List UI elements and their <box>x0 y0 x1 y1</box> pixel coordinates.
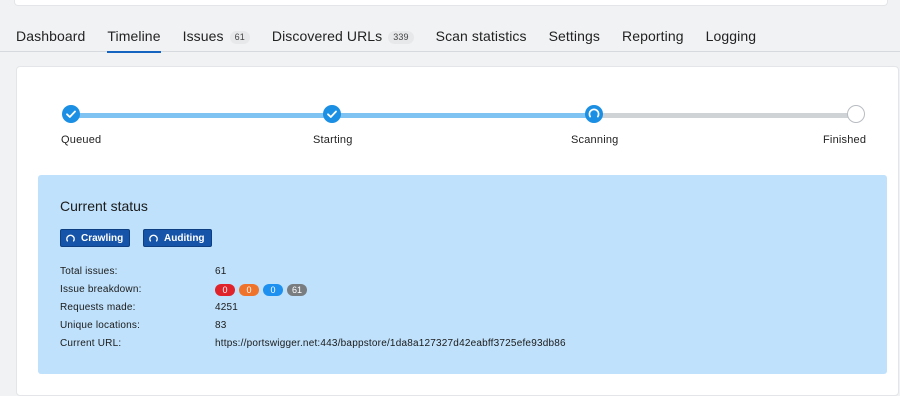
step-label-queued: Queued <box>61 134 102 146</box>
check-icon <box>327 110 337 118</box>
progress-track-remaining <box>594 113 856 118</box>
check-icon <box>66 110 76 118</box>
current-status-card: Current status Crawling Auditing Total i… <box>38 175 887 374</box>
requests-made-value: 4251 <box>215 302 239 313</box>
tab-label: Discovered URLs <box>271 28 383 44</box>
tab-timeline[interactable]: Timeline <box>107 22 161 53</box>
empty-circle-icon <box>848 106 863 121</box>
tab-label: Logging <box>705 28 757 44</box>
tab-label: Settings <box>548 28 600 44</box>
issues-count-badge: 61 <box>229 31 250 44</box>
tab-label: Timeline <box>107 28 161 44</box>
step-label-scanning: Scanning <box>571 134 619 146</box>
scan-progress-stepper: Queued Starting Scanning Finished <box>17 67 900 167</box>
tab-scan-statistics[interactable]: Scan statistics <box>436 22 527 52</box>
tab-bar: Dashboard Timeline Issues 61 Discovered U… <box>0 22 900 53</box>
tab-reporting[interactable]: Reporting <box>622 22 684 52</box>
tab-issues[interactable]: Issues 61 <box>183 22 250 52</box>
spinner-icon <box>588 108 600 118</box>
issue-breakdown-pills: 0 0 0 61 <box>215 284 308 296</box>
tab-label: Issues <box>182 28 224 44</box>
total-issues-value: 61 <box>215 266 227 277</box>
auditing-chip: Auditing <box>143 229 212 247</box>
step-scanning-marker <box>585 105 603 123</box>
urls-count-badge: 339 <box>388 31 414 44</box>
crawling-chip: Crawling <box>60 229 131 247</box>
step-label-starting: Starting <box>313 134 353 146</box>
tab-logging[interactable]: Logging <box>706 22 757 52</box>
chip-label: Crawling <box>81 232 124 244</box>
chip-label: Auditing <box>164 232 205 244</box>
tab-dashboard[interactable]: Dashboard <box>16 22 85 52</box>
info-severity-pill: 61 <box>287 284 308 296</box>
tab-label: Dashboard <box>16 28 86 44</box>
requests-made-label: Requests made: <box>60 302 136 313</box>
step-queued-marker <box>62 105 80 123</box>
status-title: Current status <box>60 198 148 214</box>
issue-breakdown-label: Issue breakdown: <box>60 284 142 295</box>
unique-locations-label: Unique locations: <box>60 320 141 331</box>
step-label-finished: Finished <box>823 134 867 146</box>
tab-discovered-urls[interactable]: Discovered URLs 339 <box>272 22 414 52</box>
total-issues-label: Total issues: <box>60 266 118 277</box>
step-finished-marker <box>847 105 865 123</box>
spinner-icon <box>149 234 158 242</box>
step-starting-marker <box>323 105 341 123</box>
high-severity-pill: 0 <box>215 284 235 296</box>
top-card-edge <box>0 0 900 8</box>
current-url-label: Current URL: <box>60 338 122 349</box>
unique-locations-value: 83 <box>215 320 227 331</box>
medium-severity-pill: 0 <box>239 284 259 296</box>
tab-label: Reporting <box>622 28 684 44</box>
spinner-icon <box>66 234 75 242</box>
tab-settings[interactable]: Settings <box>549 22 600 52</box>
low-severity-pill: 0 <box>263 284 283 296</box>
tab-label: Scan statistics <box>435 28 527 44</box>
current-url-value: https://portswigger.net:443/bappstore/1d… <box>215 338 566 349</box>
